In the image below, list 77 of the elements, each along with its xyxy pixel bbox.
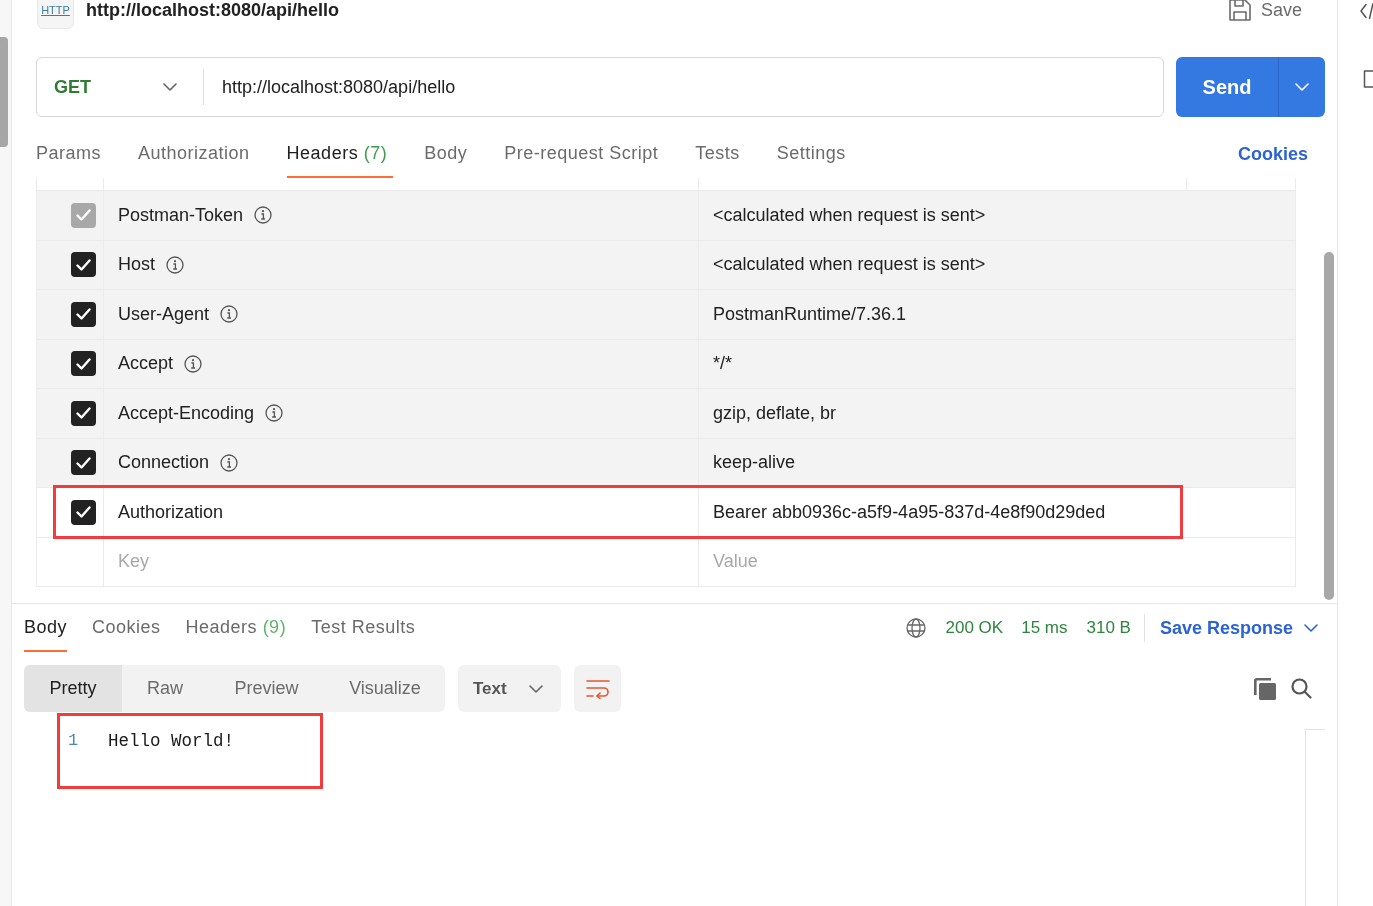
- checkmark-icon: [76, 209, 91, 222]
- chevron-down-icon: [163, 83, 177, 91]
- info-icon[interactable]: [166, 255, 184, 274]
- chevron-down-icon: [1295, 83, 1309, 91]
- view-mode-tab[interactable]: Raw: [122, 665, 208, 712]
- save-response-button[interactable]: Save Response: [1159, 614, 1318, 642]
- checkbox[interactable]: [71, 351, 96, 377]
- checkbox[interactable]: [71, 400, 96, 426]
- cookies-link[interactable]: Cookies: [1237, 140, 1308, 168]
- globe-icon: [905, 618, 926, 638]
- checkmark-icon: [76, 357, 91, 370]
- tab[interactable]: Cookies: [92, 604, 161, 652]
- view-mode-tab[interactable]: Pretty: [24, 665, 122, 712]
- tab[interactable]: Pre-request Script: [504, 130, 665, 178]
- checkmark-icon: [76, 258, 91, 271]
- code-text: Hello World!: [108, 729, 235, 753]
- info-icon[interactable]: [265, 404, 284, 423]
- code-icon[interactable]: [1360, 3, 1373, 19]
- header-value: <calculated when request is sent>: [713, 253, 986, 277]
- format-dropdown[interactable]: Text: [458, 665, 561, 712]
- checkbox[interactable]: [71, 499, 96, 525]
- header-value: <calculated when request is sent>: [713, 203, 986, 227]
- tab[interactable]: Body: [24, 604, 68, 652]
- scrollbar-thumb[interactable]: [0, 37, 8, 147]
- info-icon[interactable]: [220, 453, 239, 472]
- tab[interactable]: Headers (9): [185, 604, 287, 652]
- header-value: keep-alive: [713, 451, 796, 475]
- request-title: http://localhost:8080/api/hello: [86, 0, 340, 22]
- tab[interactable]: Headers (7): [286, 130, 394, 178]
- view-mode-tab[interactable]: Visualize: [325, 665, 445, 712]
- key-field[interactable]: Key: [104, 537, 698, 586]
- tab[interactable]: Authorization: [138, 130, 256, 178]
- copy-icon[interactable]: [1254, 677, 1276, 700]
- chevron-down-icon: [1304, 624, 1318, 632]
- header-key: Accept-Encoding: [118, 399, 255, 427]
- response-size: 310 B: [1086, 617, 1131, 640]
- header-value: */*: [713, 352, 732, 376]
- checkmark-icon: [76, 456, 91, 469]
- wrap-lines-icon: [585, 678, 610, 699]
- value-field[interactable]: Value: [699, 537, 1295, 586]
- checkbox[interactable]: [71, 301, 96, 327]
- checkmark-icon: [76, 407, 91, 420]
- tab[interactable]: Test Results: [311, 604, 416, 652]
- document-icon[interactable]: [1363, 70, 1373, 88]
- header-value: gzip, deflate, br: [713, 401, 837, 425]
- header-key: Authorization: [118, 498, 224, 526]
- wrap-lines-button[interactable]: [574, 665, 621, 712]
- scrollbar-thumb[interactable]: [1324, 252, 1334, 600]
- header-value: PostmanRuntime/7.36.1: [713, 302, 907, 326]
- save-button[interactable]: Save: [1228, 0, 1302, 24]
- send-button[interactable]: Send: [1176, 57, 1278, 117]
- checkbox[interactable]: [71, 450, 96, 476]
- info-icon[interactable]: [220, 305, 239, 324]
- header-key: Postman-Token: [118, 201, 244, 229]
- tab[interactable]: Settings: [776, 130, 852, 178]
- method-dropdown[interactable]: GET: [37, 58, 203, 116]
- chevron-down-icon: [529, 684, 543, 693]
- http-badge: HTTP: [37, 0, 74, 29]
- header-key: Host: [118, 251, 155, 279]
- header-value: Bearer abb0936c-a5f9-4a95-837d-4e8f90d29ded: [713, 500, 1106, 524]
- header-key: Connection: [118, 449, 210, 477]
- search-icon[interactable]: [1291, 678, 1312, 699]
- url-field[interactable]: http://localhost:8080/api/hello: [204, 58, 1163, 116]
- header-key: User-Agent: [118, 300, 210, 328]
- status-code: 200 OK: [945, 617, 1004, 640]
- view-mode-tab[interactable]: Preview: [208, 665, 325, 712]
- tab[interactable]: Body: [424, 130, 474, 178]
- url-bar[interactable]: GET http://localhost:8080/api/hello: [36, 57, 1164, 117]
- header-key: Accept: [118, 350, 174, 378]
- line-number: 1: [68, 730, 80, 753]
- info-icon[interactable]: [184, 354, 203, 373]
- response-time: 15 ms: [1021, 617, 1068, 640]
- checkbox[interactable]: [71, 252, 96, 278]
- checkmark-icon: [76, 506, 91, 519]
- checkmark-icon: [76, 308, 91, 321]
- tab[interactable]: Params: [36, 130, 107, 178]
- tab[interactable]: Tests: [695, 130, 746, 178]
